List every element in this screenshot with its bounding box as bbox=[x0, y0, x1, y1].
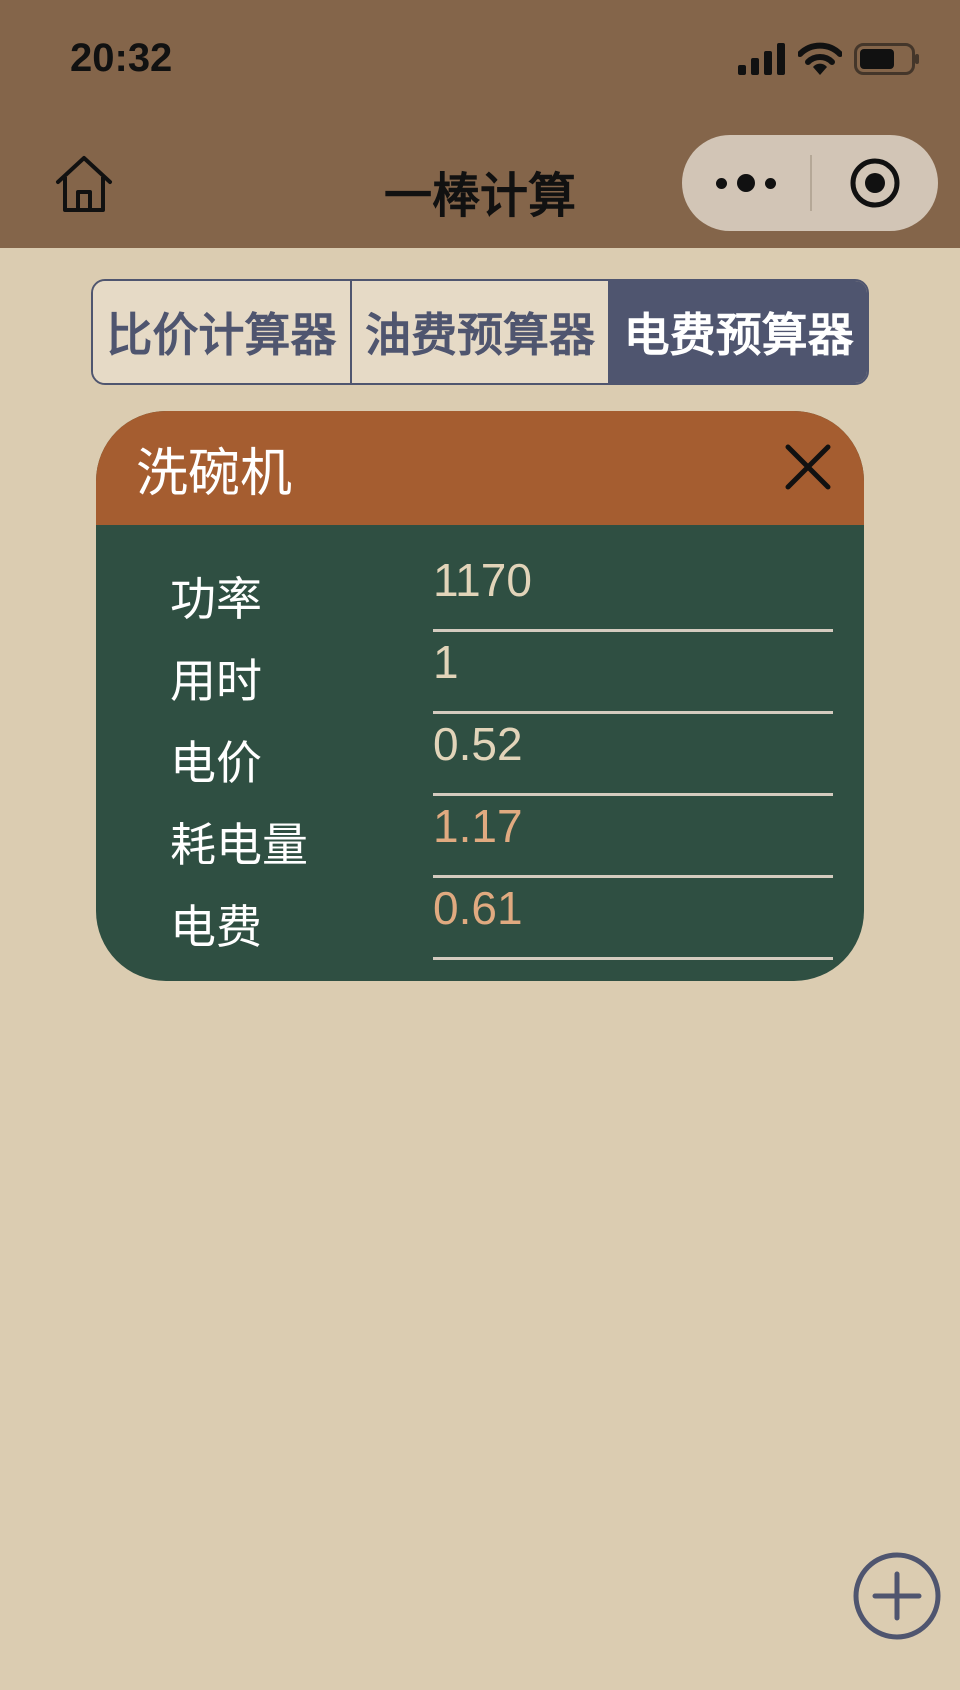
add-circle-icon bbox=[853, 1552, 941, 1640]
more-dots-icon-right bbox=[765, 177, 776, 189]
signal-icon bbox=[738, 43, 785, 75]
unit-price-input[interactable]: 0.52 bbox=[433, 717, 523, 771]
duration-input[interactable]: 1 bbox=[433, 635, 459, 689]
status-icons bbox=[738, 42, 920, 76]
field-energy-used: 耗电量 1.17 bbox=[96, 771, 864, 878]
more-dots-icon-center bbox=[737, 174, 755, 192]
wifi-icon bbox=[798, 42, 842, 75]
close-card-button[interactable] bbox=[780, 439, 836, 495]
tab-price-compare[interactable]: 比价计算器 bbox=[93, 281, 350, 383]
input-underline bbox=[433, 957, 833, 960]
top-navigation-bar: 20:32 一棒计算 bbox=[0, 0, 960, 248]
card-fields: 功率 1170 用时 1 电价 0.52 耗电量 1.17 电费 0.61 bbox=[96, 525, 864, 960]
field-power: 功率 1170 bbox=[96, 525, 864, 632]
more-button[interactable] bbox=[682, 135, 810, 231]
field-unit-price: 电价 0.52 bbox=[96, 689, 864, 796]
field-label: 电费 bbox=[170, 900, 262, 954]
appliance-name[interactable]: 洗碗机 bbox=[136, 431, 292, 506]
add-appliance-button[interactable] bbox=[852, 1551, 942, 1641]
close-icon bbox=[785, 444, 831, 490]
target-circle-icon bbox=[850, 158, 900, 208]
status-time: 20:32 bbox=[70, 36, 173, 80]
tab-fuel-budget[interactable]: 油费预算器 bbox=[349, 281, 609, 383]
tab-electricity-budget[interactable]: 电费预算器 bbox=[608, 281, 867, 383]
electricity-cost-value: 0.61 bbox=[433, 882, 523, 934]
battery-icon bbox=[854, 43, 919, 75]
more-dots-icon bbox=[716, 177, 727, 189]
appliance-card: 洗碗机 功率 1170 用时 1 电价 0.52 耗电量 1.17 电费 0.6… bbox=[96, 411, 864, 981]
field-electricity-cost: 电费 0.61 bbox=[96, 853, 864, 960]
close-mini-program-button[interactable] bbox=[812, 135, 938, 231]
mini-program-capsule bbox=[682, 135, 938, 231]
energy-used-value: 1.17 bbox=[433, 800, 523, 852]
power-input[interactable]: 1170 bbox=[433, 553, 532, 607]
card-header: 洗碗机 bbox=[96, 411, 864, 525]
calculator-tabs: 比价计算器 油费预算器 电费预算器 bbox=[91, 279, 869, 385]
field-duration: 用时 1 bbox=[96, 607, 864, 714]
